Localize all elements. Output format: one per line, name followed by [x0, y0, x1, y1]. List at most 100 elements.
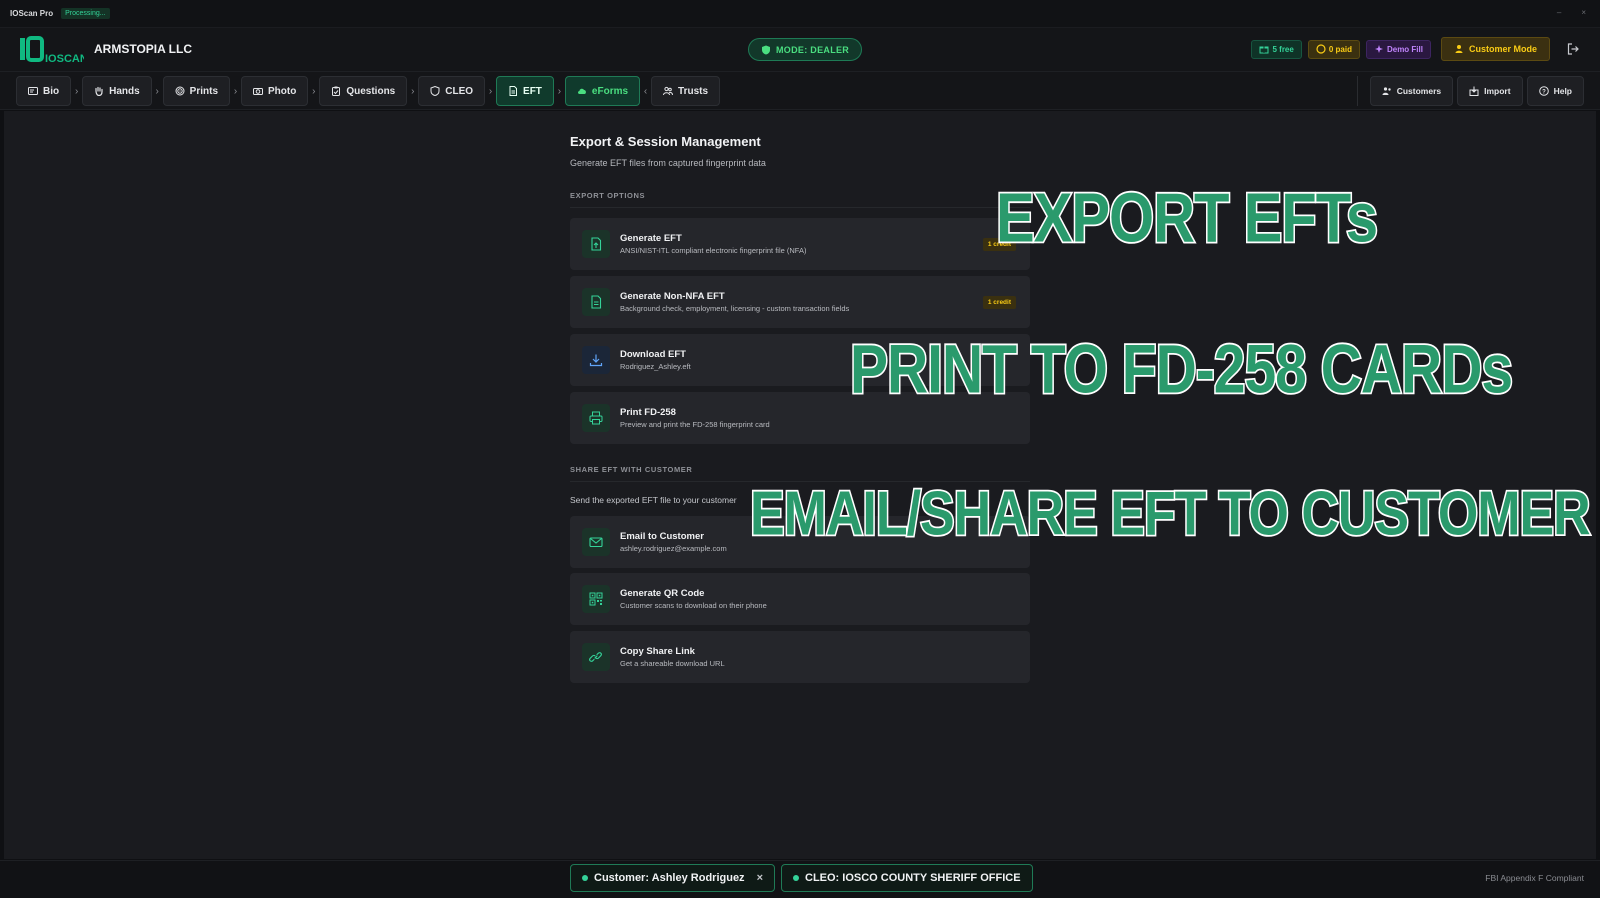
nav-utilities: Customers Import ? Help [1356, 76, 1584, 106]
tab-eft-label: EFT [523, 85, 542, 97]
tab-hands[interactable]: Hands [82, 76, 152, 106]
mode-label: MODE: DEALER [776, 44, 850, 55]
demo-fill-button[interactable]: Demo Fill [1365, 39, 1431, 59]
close-icon[interactable]: × [1581, 8, 1586, 17]
tab-eft[interactable]: EFT [496, 76, 554, 106]
tab-trusts[interactable]: Trusts [651, 76, 721, 106]
step-separator: › [488, 85, 493, 97]
status-dot [793, 875, 799, 881]
minimize-icon[interactable]: – [1557, 8, 1561, 17]
shield-icon [762, 45, 770, 54]
tab-cleo[interactable]: CLEO [418, 76, 486, 106]
paid-credits-badge[interactable]: 0 paid [1307, 39, 1360, 59]
nav-divider [1356, 76, 1358, 106]
free-credits-badge[interactable]: 5 free [1251, 39, 1302, 59]
document-icon [591, 295, 602, 309]
users-icon [663, 86, 674, 96]
help-label: Help [1553, 86, 1572, 96]
icon-container [582, 585, 610, 613]
workflow-nav: Bio › Hands › Prints › Photo › Questions… [0, 72, 1600, 110]
download-icon [589, 354, 603, 367]
user-icon [1455, 45, 1463, 53]
generate-qr-card[interactable]: Generate QR Code Customer scans to downl… [570, 573, 1030, 625]
header-actions: 5 free 0 paid Demo Fill Customer Mode [1251, 37, 1584, 61]
demo-fill-label: Demo Fill [1386, 44, 1423, 54]
generate-non-nfa-eft-title: Generate Non-NFA EFT [620, 291, 725, 302]
compliance-text: FBI Appendix F Compliant [1485, 873, 1584, 883]
step-separator: ‹ [643, 85, 648, 97]
coin-icon [1316, 44, 1326, 54]
cleo-pill-label: CLEO: IOSCO COUNTY SHERIFF OFFICE [805, 872, 1021, 884]
step-separator: › [155, 85, 159, 97]
gift-icon [1259, 46, 1269, 54]
window-controls: – × [1557, 8, 1586, 17]
icon-container [582, 288, 610, 316]
status-footer: Customer: Ashley Rodriguez × CLEO: IOSCO… [0, 860, 1600, 898]
file-icon [509, 86, 518, 96]
import-icon [1469, 86, 1479, 96]
generate-non-nfa-eft-card[interactable]: Generate Non-NFA EFT Background check, e… [570, 276, 1030, 328]
sparkle-icon [1374, 45, 1383, 53]
printer-icon [589, 411, 603, 425]
customers-button[interactable]: Customers [1369, 76, 1454, 106]
customer-pill[interactable]: Customer: Ashley Rodriguez × [570, 864, 775, 892]
close-icon[interactable]: × [757, 872, 763, 884]
import-button[interactable]: Import [1457, 76, 1523, 106]
status-dot [582, 875, 588, 881]
free-credits-label: 5 free [1272, 44, 1294, 54]
step-separator: › [557, 85, 562, 97]
step-separator: › [74, 85, 79, 97]
generate-eft-title: Generate EFT [620, 233, 682, 244]
hand-icon [95, 86, 103, 96]
mode-badge[interactable]: MODE: DEALER [748, 38, 863, 61]
icon-container [582, 230, 610, 258]
tab-prints[interactable]: Prints [162, 76, 231, 106]
section-divider [570, 207, 1030, 208]
download-eft-title: Download EFT [620, 349, 686, 360]
logout-icon [1567, 43, 1579, 55]
tab-cleo-label: CLEO [445, 85, 474, 97]
share-eft-text: Send the exported EFT file to your custo… [570, 495, 737, 505]
company-name: ARMSTOPIA LLC [94, 42, 192, 56]
customer-mode-button[interactable]: Customer Mode [1440, 37, 1550, 61]
processing-badge: Processing... [61, 8, 110, 19]
ioscan-logo: IOSCAN [20, 36, 84, 65]
clipboard-icon [332, 86, 341, 96]
export-options-label: EXPORT OPTIONS [570, 191, 646, 200]
tab-photo[interactable]: Photo [241, 76, 309, 106]
help-button[interactable]: ? Help [1526, 76, 1584, 106]
tab-hands-label: Hands [109, 85, 140, 97]
cloud-icon [577, 88, 586, 94]
tab-questions[interactable]: Questions [319, 76, 408, 106]
page-subtitle: Generate EFT files from captured fingerp… [570, 158, 766, 168]
generate-eft-card[interactable]: Generate EFT ANSI/NIST-ITL compliant ele… [570, 218, 1030, 270]
copy-share-link-card[interactable]: Copy Share Link Get a shareable download… [570, 631, 1030, 683]
icon-container [582, 346, 610, 374]
customer-email: ashley.rodriguez@example.com [620, 544, 727, 553]
tab-photo-label: Photo [268, 85, 297, 97]
copy-share-link-title: Copy Share Link [620, 646, 695, 657]
tab-eforms[interactable]: eForms [564, 76, 641, 106]
tab-trusts-label: Trusts [678, 85, 709, 97]
workflow-steps: Bio › Hands › Prints › Photo › Questions… [16, 76, 721, 106]
tab-prints-label: Prints [189, 85, 219, 97]
users-icon [1382, 87, 1391, 95]
shield-icon [430, 86, 440, 96]
logout-button[interactable] [1562, 38, 1584, 60]
copy-share-link-desc: Get a shareable download URL [620, 659, 725, 668]
customer-mode-label: Customer Mode [1468, 44, 1537, 54]
import-label: Import [1484, 86, 1511, 96]
tab-questions-label: Questions [346, 85, 396, 97]
logo-text: IOSCAN [45, 53, 84, 65]
icon-container [582, 528, 610, 556]
step-separator: › [312, 85, 316, 97]
file-upload-icon [591, 237, 602, 251]
credit-badge: 1 credit [982, 296, 1016, 309]
download-eft-filename: Rodriguez_Ashley.eft [620, 362, 691, 371]
generate-qr-desc: Customer scans to download on their phon… [620, 601, 767, 610]
customer-pill-label: Customer: Ashley Rodriguez [594, 872, 745, 884]
cleo-pill[interactable]: CLEO: IOSCO COUNTY SHERIFF OFFICE [781, 864, 1033, 892]
qr-code-icon [589, 592, 603, 606]
tab-bio[interactable]: Bio [16, 76, 72, 106]
step-separator: › [233, 85, 238, 97]
